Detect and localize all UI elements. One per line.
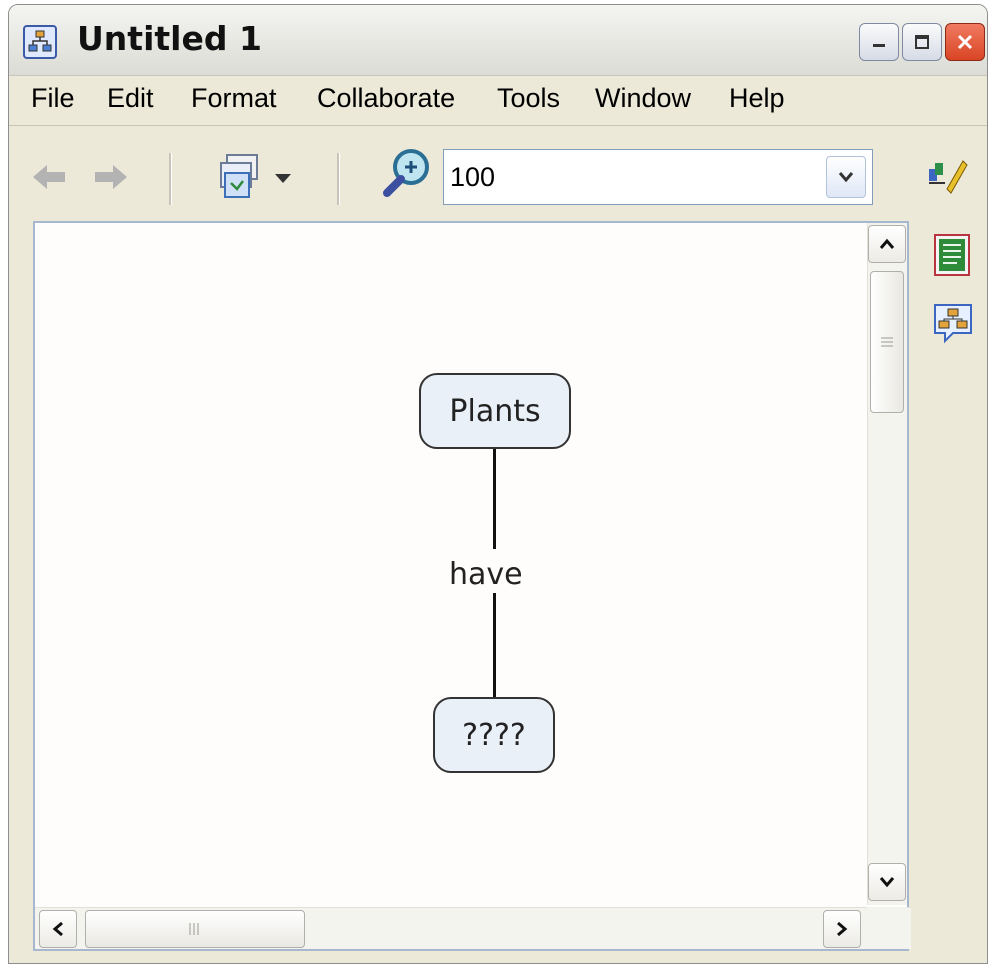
zoom-combobox[interactable]: 100 [443, 149, 873, 205]
scroll-left-button[interactable] [39, 910, 77, 948]
link-line [493, 449, 496, 549]
chevron-down-icon [838, 172, 854, 183]
maximize-button[interactable] [902, 23, 942, 61]
notes-icon[interactable] [933, 233, 973, 282]
back-arrow-icon[interactable] [31, 161, 67, 198]
link-line [493, 593, 496, 697]
horizontal-scrollbar[interactable] [35, 907, 911, 949]
concept-map-canvas[interactable]: Plants have ???? [33, 221, 911, 951]
menu-format[interactable]: Format [191, 83, 277, 114]
concept-node-plants[interactable]: Plants [419, 373, 571, 449]
zoom-icon[interactable] [381, 147, 431, 204]
zoom-value[interactable]: 100 [450, 162, 495, 193]
close-button[interactable] [945, 23, 985, 61]
link-label-have[interactable]: have [449, 557, 523, 592]
zoom-dropdown-button[interactable] [826, 156, 866, 198]
concept-map-app-icon [23, 25, 57, 59]
scrollbar-corner [867, 907, 907, 949]
minimize-button[interactable] [859, 23, 899, 61]
menu-bar: File Edit Format Collaborate Tools Windo… [9, 77, 987, 126]
toolbar-separator [337, 153, 340, 205]
forward-arrow-icon[interactable] [93, 161, 129, 198]
close-icon [946, 24, 984, 60]
scroll-down-button[interactable] [868, 863, 906, 901]
grip-icon [189, 923, 199, 935]
style-palette-icon[interactable] [925, 153, 969, 202]
vertical-scroll-thumb[interactable] [870, 271, 904, 413]
window-title: Untitled 1 [77, 19, 262, 58]
dropdown-arrow-icon[interactable] [275, 171, 291, 189]
menu-file[interactable]: File [31, 83, 75, 114]
concept-map-bubble-icon[interactable] [931, 301, 975, 350]
chevron-up-icon [879, 238, 895, 249]
menu-help[interactable]: Help [729, 83, 785, 114]
vertical-scrollbar[interactable] [867, 223, 907, 905]
menu-tools[interactable]: Tools [497, 83, 560, 114]
chevron-right-icon [837, 921, 848, 937]
app-window: Untitled 1 File Edit Format Collaborate … [8, 4, 988, 964]
menu-edit[interactable]: Edit [107, 83, 154, 114]
chevron-left-icon [52, 921, 63, 937]
toolbar-separator [169, 153, 172, 205]
concept-node-unknown[interactable]: ???? [433, 697, 555, 773]
horizontal-scroll-thumb[interactable] [85, 910, 305, 948]
chevron-down-icon [879, 877, 895, 888]
view-presentation-icon[interactable] [215, 153, 263, 206]
scroll-right-button[interactable] [823, 910, 861, 948]
grip-icon [881, 337, 893, 347]
menu-collaborate[interactable]: Collaborate [317, 83, 455, 114]
scroll-up-button[interactable] [868, 225, 906, 263]
menu-window[interactable]: Window [595, 83, 691, 114]
title-bar[interactable]: Untitled 1 [9, 5, 987, 76]
minimize-icon [860, 24, 898, 60]
maximize-icon [903, 24, 941, 60]
